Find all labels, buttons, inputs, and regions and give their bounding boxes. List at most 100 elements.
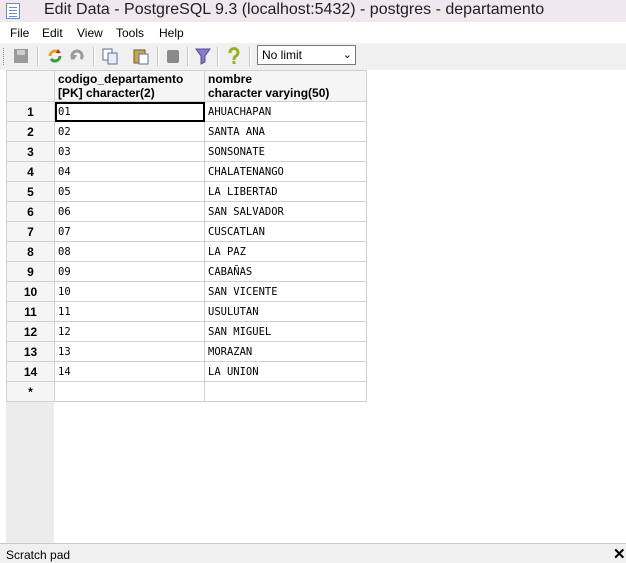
cell-nombre[interactable]: SAN VICENTE — [204, 281, 367, 302]
toolbar-separator — [157, 47, 159, 66]
table-row: 14 14 LA UNION — [6, 361, 367, 382]
cell-codigo[interactable]: 14 — [54, 361, 205, 382]
cell-nombre[interactable]: LA LIBERTAD — [204, 181, 367, 202]
row-number[interactable]: 1 — [6, 101, 55, 122]
table-app-icon — [6, 3, 20, 19]
row-number[interactable]: 7 — [6, 221, 55, 242]
cell-codigo[interactable]: 06 — [54, 201, 205, 222]
table-row: 9 09 CABAÑAS — [6, 261, 367, 282]
title-bar: Edit Data - PostgreSQL 9.3 (localhost:54… — [0, 0, 626, 22]
cell-codigo[interactable]: 02 — [54, 121, 205, 142]
column-name: nombre — [208, 72, 253, 86]
toolbar-separator — [187, 47, 189, 66]
toolbar-separator — [249, 47, 251, 66]
paste-icon[interactable] — [132, 47, 150, 65]
table-row: 13 13 MORAZAN — [6, 341, 367, 362]
data-grid: codigo_departamento [PK] character(2) nom… — [6, 70, 367, 402]
menu-view[interactable]: View — [77, 26, 103, 40]
cell-nombre[interactable]: USULUTAN — [204, 301, 367, 322]
delete-icon[interactable] — [164, 47, 182, 65]
menu-bar: File Edit View Tools Help — [0, 22, 626, 44]
toolbar-separator — [93, 47, 95, 66]
new-cell-codigo[interactable] — [54, 381, 205, 402]
table-row: 3 03 SONSONATE — [6, 141, 367, 162]
table-row: 12 12 SAN MIGUEL — [6, 321, 367, 342]
cell-codigo[interactable]: 11 — [54, 301, 205, 322]
refresh-icon[interactable] — [46, 47, 64, 65]
cell-nombre[interactable]: CABAÑAS — [204, 261, 367, 282]
cell-nombre[interactable]: SAN SALVADOR — [204, 201, 367, 222]
cell-nombre[interactable]: LA PAZ — [204, 241, 367, 262]
grid-corner[interactable] — [6, 70, 55, 102]
new-row-marker[interactable]: * — [6, 381, 55, 402]
row-number[interactable]: 4 — [6, 161, 55, 182]
row-number[interactable]: 6 — [6, 201, 55, 222]
column-name: codigo_departamento — [58, 72, 184, 86]
cell-codigo[interactable]: 10 — [54, 281, 205, 302]
column-header-codigo[interactable]: codigo_departamento [PK] character(2) — [54, 70, 205, 102]
row-limit-value: No limit — [262, 48, 303, 62]
table-row: 5 05 LA LIBERTAD — [6, 181, 367, 202]
column-type: [PK] character(2) — [58, 86, 155, 100]
table-row: 1 01 AHUACHAPAN — [6, 101, 367, 122]
menu-tools[interactable]: Tools — [116, 26, 144, 40]
cell-codigo[interactable]: 01 — [54, 101, 205, 122]
cell-codigo[interactable]: 08 — [54, 241, 205, 262]
menu-help[interactable]: Help — [159, 26, 184, 40]
data-grid-area: codigo_departamento [PK] character(2) nom… — [0, 70, 626, 543]
row-number[interactable]: 10 — [6, 281, 55, 302]
table-row: 6 06 SAN SALVADOR — [6, 201, 367, 222]
cell-codigo[interactable]: 13 — [54, 341, 205, 362]
copy-icon[interactable] — [101, 47, 119, 65]
row-number[interactable]: 2 — [6, 121, 55, 142]
row-number[interactable]: 3 — [6, 141, 55, 162]
row-number[interactable]: 12 — [6, 321, 55, 342]
row-number[interactable]: 5 — [6, 181, 55, 202]
scratch-pad-label[interactable]: Scratch pad — [6, 548, 70, 562]
row-number[interactable]: 14 — [6, 361, 55, 382]
filter-icon[interactable] — [194, 47, 212, 65]
cell-codigo[interactable]: 09 — [54, 261, 205, 282]
cell-nombre[interactable]: LA UNION — [204, 361, 367, 382]
new-row: * — [6, 381, 367, 402]
cell-codigo[interactable]: 07 — [54, 221, 205, 242]
table-row: 2 02 SANTA ANA — [6, 121, 367, 142]
help-icon[interactable] — [225, 47, 243, 65]
cell-nombre[interactable]: MORAZAN — [204, 341, 367, 362]
row-limit-select[interactable]: No limit ⌄ — [257, 45, 356, 65]
row-number[interactable]: 8 — [6, 241, 55, 262]
column-header-nombre[interactable]: nombre character varying(50) — [204, 70, 367, 102]
new-cell-nombre[interactable] — [204, 381, 367, 402]
close-icon[interactable]: ✕ — [613, 545, 626, 563]
cell-nombre[interactable]: SAN MIGUEL — [204, 321, 367, 342]
cell-nombre[interactable]: CHALATENANGO — [204, 161, 367, 182]
table-row: 10 10 SAN VICENTE — [6, 281, 367, 302]
undo-icon[interactable] — [68, 47, 86, 65]
cell-nombre[interactable]: AHUACHAPAN — [204, 101, 367, 122]
cell-codigo[interactable]: 05 — [54, 181, 205, 202]
menu-file[interactable]: File — [10, 26, 29, 40]
table-row: 7 07 CUSCATLAN — [6, 221, 367, 242]
cell-codigo[interactable]: 03 — [54, 141, 205, 162]
scratch-pad-bar: Scratch pad ✕ — [0, 543, 626, 563]
menu-edit[interactable]: Edit — [42, 26, 63, 40]
column-type: character varying(50) — [208, 86, 330, 100]
window-title: Edit Data - PostgreSQL 9.3 (localhost:54… — [44, 1, 545, 18]
toolbar-grip[interactable] — [3, 48, 7, 65]
chevron-down-icon: ⌄ — [342, 49, 352, 61]
table-row: 4 04 CHALATENANGO — [6, 161, 367, 182]
cell-codigo[interactable]: 04 — [54, 161, 205, 182]
cell-nombre[interactable]: CUSCATLAN — [204, 221, 367, 242]
toolbar-separator — [217, 47, 219, 66]
row-number[interactable]: 9 — [6, 261, 55, 282]
row-number[interactable]: 13 — [6, 341, 55, 362]
table-row: 11 11 USULUTAN — [6, 301, 367, 322]
row-number[interactable]: 11 — [6, 301, 55, 322]
save-icon[interactable] — [12, 47, 30, 65]
toolbar-separator — [37, 47, 39, 66]
table-row: 8 08 LA PAZ — [6, 241, 367, 262]
cell-nombre[interactable]: SONSONATE — [204, 141, 367, 162]
grid-empty-area — [6, 402, 54, 543]
cell-nombre[interactable]: SANTA ANA — [204, 121, 367, 142]
cell-codigo[interactable]: 12 — [54, 321, 205, 342]
